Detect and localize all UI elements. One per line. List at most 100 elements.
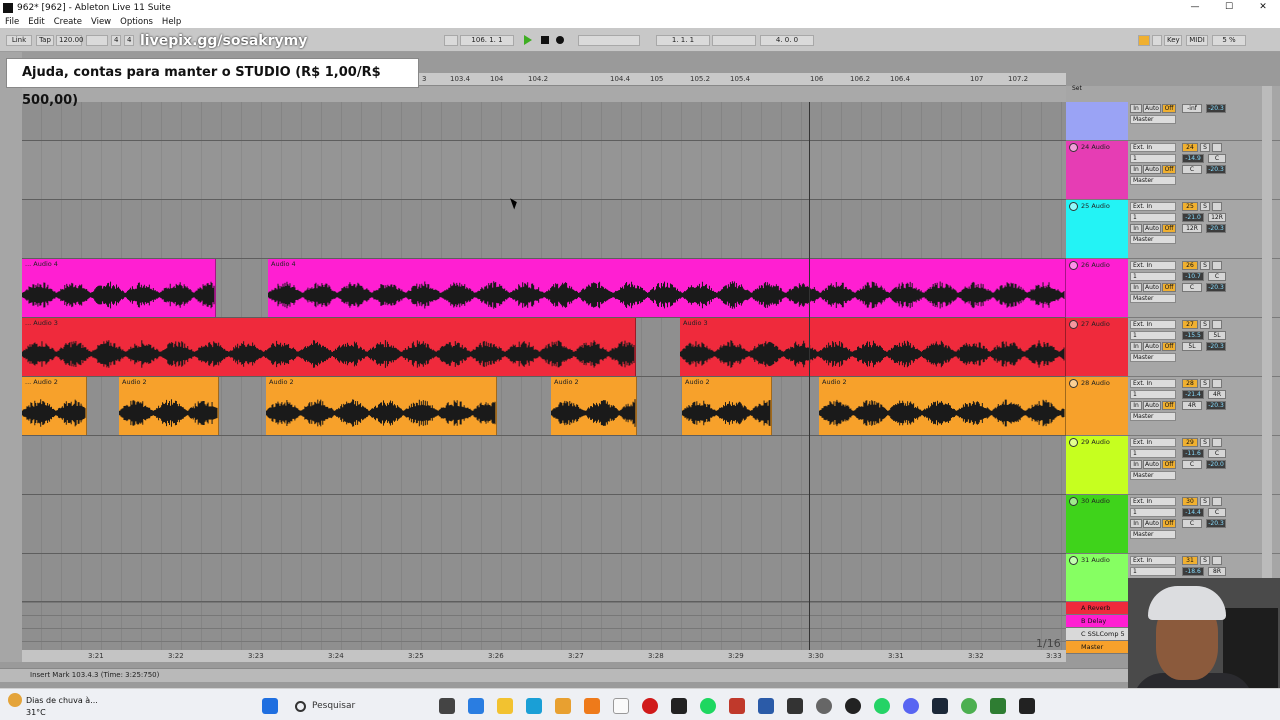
app-icon[interactable]: [555, 698, 571, 714]
lane-track-24[interactable]: [22, 141, 1066, 200]
monitor-auto-button[interactable]: Auto: [1143, 283, 1161, 292]
track-header[interactable]: 29 Audio Ext. In 29 S 1 -11.6 C In Auto Off C -20.0…: [1066, 436, 1280, 495]
track-header[interactable]: 28 Audio Ext. In 28 S 1 -21.4 4R In Auto Off 4R -20…: [1066, 377, 1280, 436]
tap-tempo-button[interactable]: Tap: [36, 35, 54, 46]
pan-field[interactable]: 8R: [1208, 567, 1226, 576]
monitor-in-button[interactable]: In: [1130, 165, 1142, 174]
edge-icon[interactable]: [468, 698, 484, 714]
windows-start-icon[interactable]: [262, 698, 278, 714]
input-type-select[interactable]: Ext. In: [1130, 497, 1176, 506]
ableton-taskbar-icon[interactable]: [787, 698, 803, 714]
track-color-strip[interactable]: [1066, 102, 1128, 140]
output-select[interactable]: Master: [1130, 115, 1176, 124]
pan-field[interactable]: C: [1208, 272, 1226, 281]
send-field[interactable]: C: [1182, 519, 1202, 528]
document-icon[interactable]: [758, 698, 774, 714]
audio-clip[interactable]: Audio 2: [551, 377, 637, 435]
track-fold-icon[interactable]: [1069, 497, 1078, 506]
lane-track-25[interactable]: [22, 200, 1066, 259]
pan-field[interactable]: C: [1208, 449, 1226, 458]
track-fold-icon[interactable]: [1069, 320, 1078, 329]
track-name[interactable]: 31 Audio: [1081, 556, 1110, 564]
arm-button[interactable]: [1212, 556, 1222, 565]
vertical-scrollbar[interactable]: [1262, 86, 1272, 650]
minimize-button[interactable]: —: [1178, 0, 1212, 15]
monitor-in-button[interactable]: In: [1130, 104, 1142, 113]
volume-field[interactable]: -21.4: [1182, 390, 1204, 399]
send-field[interactable]: C: [1182, 165, 1202, 174]
volume-field[interactable]: -10.7: [1182, 272, 1204, 281]
arm-button[interactable]: [1212, 261, 1222, 270]
arm-button[interactable]: [1212, 143, 1222, 152]
menu-file[interactable]: File: [5, 17, 19, 27]
input-channel-select[interactable]: 1: [1130, 390, 1176, 399]
volume-field[interactable]: -15.5: [1182, 331, 1204, 340]
monitor-off-button[interactable]: Off: [1162, 224, 1176, 233]
monitor-in-button[interactable]: In: [1130, 283, 1142, 292]
send-field[interactable]: C: [1182, 460, 1202, 469]
record-icon[interactable]: [556, 36, 564, 44]
opera-icon[interactable]: [642, 698, 658, 714]
lane-track-29[interactable]: [22, 436, 1066, 495]
metronome-button[interactable]: [86, 35, 108, 46]
track-fold-icon[interactable]: [1069, 261, 1078, 270]
solo-button[interactable]: S: [1200, 438, 1210, 447]
tempo-field[interactable]: 120.00: [56, 35, 84, 46]
input-channel-select[interactable]: 1: [1130, 272, 1176, 281]
track-header[interactable]: 26 Audio Ext. In 26 S 1 -10.7 C In Auto Off C -20.3…: [1066, 259, 1280, 318]
pan-field[interactable]: 4R: [1208, 390, 1226, 399]
edit-tools[interactable]: [578, 35, 640, 46]
lane-master[interactable]: [22, 641, 1066, 650]
lane-track-30[interactable]: [22, 495, 1066, 554]
pan-field[interactable]: 5L: [1208, 331, 1226, 340]
pan-field[interactable]: C: [1208, 508, 1226, 517]
output-select[interactable]: Master: [1130, 235, 1176, 244]
key-map-button[interactable]: Key: [1164, 35, 1182, 46]
monitor-off-button[interactable]: Off: [1162, 460, 1176, 469]
volume-field[interactable]: -18.6: [1182, 567, 1204, 576]
audio-clip[interactable]: Audio 2: [266, 377, 497, 435]
time-ruler[interactable]: 3:21 3:22 3:23 3:24 3:25 3:26 3:27 3:28 …: [22, 650, 1066, 662]
steam-icon[interactable]: [932, 698, 948, 714]
volume-field[interactable]: -11.6: [1182, 449, 1204, 458]
solo-button[interactable]: S: [1200, 320, 1210, 329]
monitor-off-button[interactable]: Off: [1162, 519, 1176, 528]
discord-icon[interactable]: [903, 698, 919, 714]
arrangement-view[interactable]: ... Audio 4 Audio 4 ... Audio 3 Audio 3 …: [22, 102, 1066, 650]
track-number-button[interactable]: 31: [1182, 556, 1198, 565]
monitor-auto-button[interactable]: Auto: [1143, 342, 1161, 351]
settings-gear-icon[interactable]: [816, 698, 832, 714]
track-number-button[interactable]: 24: [1182, 143, 1198, 152]
voice-app-icon[interactable]: [729, 698, 745, 714]
track-header[interactable]: In Auto Off -inf -20.3 Master: [1066, 102, 1280, 141]
monitor-in-button[interactable]: In: [1130, 401, 1142, 410]
track-header[interactable]: 30 Audio Ext. In 30 S 1 -14.4 C In Auto Off C -20.3…: [1066, 495, 1280, 554]
input-type-select[interactable]: Ext. In: [1130, 202, 1176, 211]
track-number-button[interactable]: 27: [1182, 320, 1198, 329]
track-name[interactable]: 27 Audio: [1081, 320, 1110, 328]
monitor-in-button[interactable]: In: [1130, 342, 1142, 351]
notepad-icon[interactable]: [613, 698, 629, 714]
menu-edit[interactable]: Edit: [28, 17, 44, 27]
loop-start-field[interactable]: 1. 1. 1: [656, 35, 710, 46]
input-channel-select[interactable]: 1: [1130, 508, 1176, 517]
whatsapp-icon[interactable]: [874, 698, 890, 714]
loop-length-field[interactable]: 4. 0. 0: [760, 35, 814, 46]
audio-clip[interactable]: Audio 2: [819, 377, 1066, 435]
keyboard-icon[interactable]: [1152, 35, 1162, 46]
task-view-icon[interactable]: [439, 698, 455, 714]
input-channel-select[interactable]: 1: [1130, 154, 1176, 163]
spotify-icon[interactable]: [700, 698, 716, 714]
monitor-auto-button[interactable]: Auto: [1143, 460, 1161, 469]
menu-options[interactable]: Options: [120, 17, 153, 27]
track-fold-icon[interactable]: [1069, 143, 1078, 152]
input-channel-select[interactable]: 1: [1130, 213, 1176, 222]
menu-help[interactable]: Help: [162, 17, 181, 27]
monitor-auto-button[interactable]: Auto: [1143, 165, 1161, 174]
audio-clip[interactable]: ... Audio 3: [22, 318, 636, 376]
output-select[interactable]: Master: [1130, 530, 1176, 539]
input-channel-select[interactable]: 1: [1130, 449, 1176, 458]
input-type-select[interactable]: Ext. In: [1130, 320, 1176, 329]
track-number-button[interactable]: 28: [1182, 379, 1198, 388]
send-field[interactable]: 4R: [1182, 401, 1202, 410]
